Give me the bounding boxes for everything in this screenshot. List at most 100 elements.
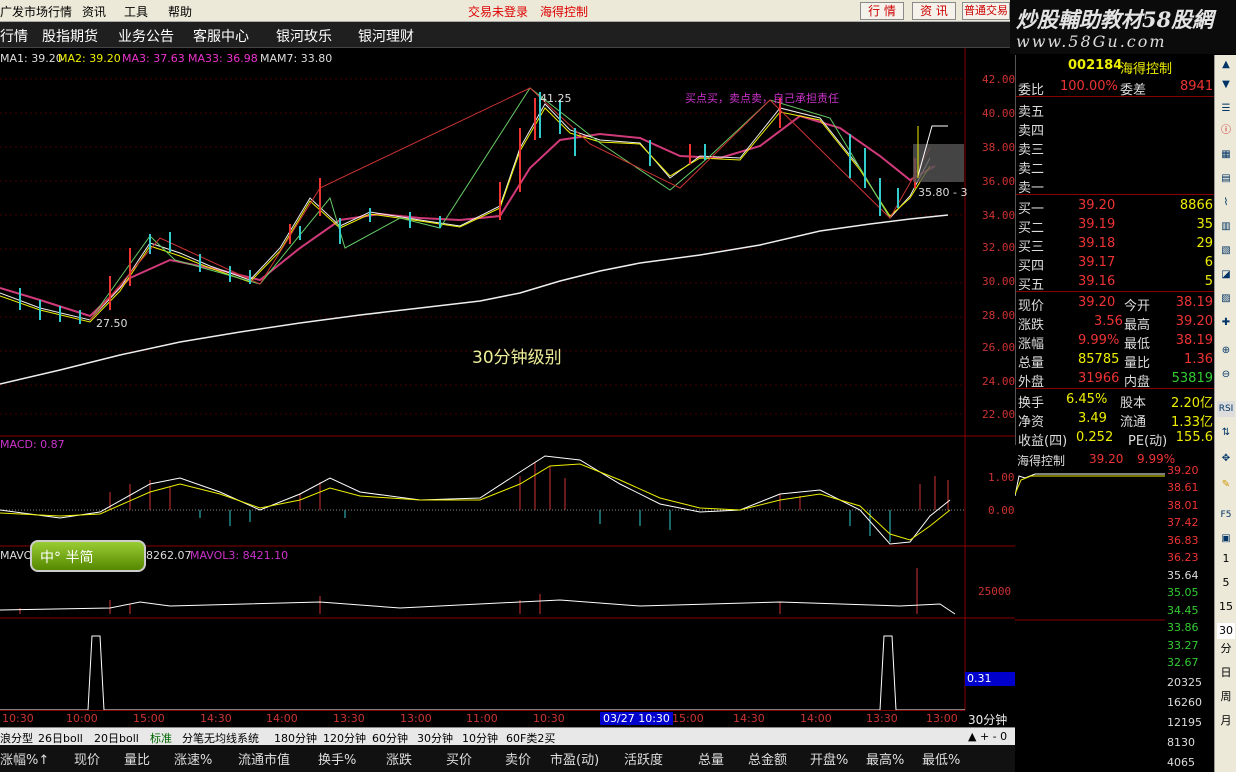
col-turnover[interactable]: 换手% bbox=[318, 749, 356, 768]
col-amount[interactable]: 总金额 bbox=[748, 749, 787, 768]
indicator-value: 0.31 bbox=[967, 672, 992, 685]
kline-icon[interactable]: ⌇ bbox=[1217, 195, 1235, 211]
price-axis-label: 32.00 bbox=[982, 241, 1016, 254]
kline-chart[interactable] bbox=[0, 48, 1015, 710]
tab-30min[interactable]: 30分钟 bbox=[417, 730, 453, 746]
stat-label: PE(动) bbox=[1128, 434, 1168, 449]
buy-row[interactable]: 买二 39.19 35 bbox=[1016, 216, 1215, 236]
col-price[interactable]: 现价 bbox=[74, 749, 100, 768]
col-low-pct[interactable]: 最低% bbox=[922, 749, 960, 768]
menu-info[interactable]: 资讯 bbox=[82, 3, 106, 20]
stat-value: 39.20 bbox=[1175, 314, 1213, 329]
col-speed[interactable]: 涨速% bbox=[174, 749, 212, 768]
menu-help[interactable]: 帮助 bbox=[168, 3, 192, 20]
current-period[interactable]: 30分钟 bbox=[968, 711, 1007, 728]
stat-label: 换手 bbox=[1018, 396, 1045, 411]
col-high-pct[interactable]: 最高% bbox=[866, 749, 904, 768]
stat-label: 流通 bbox=[1120, 415, 1147, 430]
tile-icon[interactable]: ▣ bbox=[1217, 531, 1235, 547]
buy-row[interactable]: 买五 39.16 5 bbox=[1016, 273, 1215, 293]
period-15[interactable]: 15 bbox=[1217, 599, 1235, 615]
table-icon[interactable]: ▥ bbox=[1217, 219, 1235, 235]
nav-finance[interactable]: 银河理财 bbox=[358, 26, 414, 46]
period-day[interactable]: 日 bbox=[1217, 665, 1235, 681]
zoom-out-icon[interactable]: ⊖ bbox=[1217, 367, 1235, 383]
period-week[interactable]: 周 bbox=[1217, 689, 1235, 705]
mini-chart bbox=[1015, 473, 1165, 621]
trend-icon[interactable]: ◪ bbox=[1217, 267, 1235, 283]
nav-futures[interactable]: 股指期货 bbox=[42, 26, 98, 46]
info-icon[interactable]: ⓘ bbox=[1217, 123, 1235, 139]
buy-label: 买三 bbox=[1018, 240, 1045, 255]
period-tabs: 浪分型 26日boll 20日boll 标准 分笔无均线系统 180分钟 120… bbox=[0, 727, 1015, 745]
col-change[interactable]: 涨跌 bbox=[386, 749, 412, 768]
indicator-icon[interactable]: ▧ bbox=[1217, 243, 1235, 259]
tab-standard[interactable]: 标准 bbox=[150, 730, 172, 746]
zoom-controls[interactable]: ▲ + - 0 bbox=[968, 730, 1007, 743]
menu-market[interactable]: 广发市场行情 bbox=[0, 3, 72, 20]
buy-label: 买一 bbox=[1018, 202, 1045, 217]
period-30[interactable]: 30 bbox=[1217, 623, 1235, 639]
menu-tools[interactable]: 工具 bbox=[124, 3, 148, 20]
period-month[interactable]: 月 bbox=[1217, 713, 1235, 729]
nav-notices[interactable]: 业务公告 bbox=[118, 26, 174, 46]
period-minute[interactable]: 分 bbox=[1217, 641, 1235, 657]
info-button[interactable]: 资 讯 bbox=[912, 2, 956, 20]
tab-120min[interactable]: 120分钟 bbox=[323, 730, 366, 746]
quote-button[interactable]: 行 情 bbox=[860, 2, 904, 20]
period-1[interactable]: 1 bbox=[1217, 551, 1235, 567]
col-ask[interactable]: 卖价 bbox=[505, 749, 531, 768]
buy-row[interactable]: 买三 39.18 29 bbox=[1016, 235, 1215, 255]
arrow-up-icon[interactable]: ▲ bbox=[1217, 57, 1235, 73]
arrow-down-icon[interactable]: ▼ bbox=[1217, 77, 1235, 93]
buy-row[interactable]: 买四 39.17 6 bbox=[1016, 254, 1215, 274]
tab-60min[interactable]: 60分钟 bbox=[372, 730, 408, 746]
mini-chart-panel[interactable]: 海得控制 39.20 9.99% 39.20 38.61 38.01 37.42… bbox=[1015, 450, 1214, 772]
col-pe[interactable]: 市盈(动) bbox=[550, 749, 599, 768]
price-axis-label: 28.00 bbox=[982, 309, 1016, 322]
price-axis-label: 40.00 bbox=[982, 107, 1016, 120]
list-icon[interactable]: ☰ bbox=[1217, 101, 1235, 117]
compare-icon[interactable]: ▨ bbox=[1217, 291, 1235, 307]
period-5[interactable]: 5 bbox=[1217, 575, 1235, 591]
grid-icon[interactable]: ▦ bbox=[1217, 147, 1235, 163]
sort-icon[interactable]: ⇅ bbox=[1217, 425, 1235, 441]
time-label: 13:00 bbox=[926, 712, 958, 725]
nav-service[interactable]: 客服中心 bbox=[193, 26, 249, 46]
trade-button[interactable]: 普通交易 bbox=[962, 2, 1010, 20]
col-open-pct[interactable]: 开盘% bbox=[810, 749, 848, 768]
f5-icon[interactable]: F5 bbox=[1217, 507, 1235, 523]
tab-tick-system[interactable]: 分笔无均线系统 bbox=[182, 730, 259, 746]
col-change-pct[interactable]: 涨幅%↑ bbox=[0, 749, 49, 768]
tab-wave[interactable]: 浪分型 bbox=[0, 730, 33, 746]
col-volume[interactable]: 总量 bbox=[698, 749, 724, 768]
buy-row[interactable]: 买一 39.20 8866 bbox=[1016, 197, 1215, 217]
time-label: 10:30 bbox=[2, 712, 34, 725]
move-icon[interactable]: ✥ bbox=[1217, 451, 1235, 467]
chart-icon[interactable]: ▤ bbox=[1217, 171, 1235, 187]
col-vol-ratio[interactable]: 量比 bbox=[124, 749, 150, 768]
mavol3-label: MAVOL3: 8421.10 bbox=[190, 549, 289, 562]
tab-180min[interactable]: 180分钟 bbox=[274, 730, 317, 746]
stat-value: 2.20亿 bbox=[1171, 396, 1213, 411]
nav-meigui[interactable]: 银河玫乐 bbox=[276, 26, 332, 46]
col-activity[interactable]: 活跃度 bbox=[624, 749, 663, 768]
tab-boll26[interactable]: 26日boll bbox=[38, 730, 83, 746]
tab-boll20[interactable]: 20日boll bbox=[94, 730, 139, 746]
stat-value: 38.19 bbox=[1175, 295, 1213, 310]
login-status[interactable]: 交易未登录 bbox=[468, 3, 528, 20]
buy-price: 39.17 bbox=[1078, 255, 1116, 270]
tab-60f-buy[interactable]: 60F类2买 bbox=[506, 730, 555, 746]
nav-quote[interactable]: 行情 bbox=[0, 26, 28, 46]
col-bid[interactable]: 买价 bbox=[446, 749, 472, 768]
col-float-cap[interactable]: 流通市值 bbox=[238, 749, 290, 768]
rsi-icon[interactable]: RSI bbox=[1217, 401, 1235, 417]
pencil-icon[interactable]: ✎ bbox=[1217, 477, 1235, 493]
stat-label: 现价 bbox=[1018, 299, 1045, 314]
tab-10min[interactable]: 10分钟 bbox=[462, 730, 498, 746]
zoom-in-icon[interactable]: ⊕ bbox=[1217, 343, 1235, 359]
indicator-value-box: 0.31 bbox=[965, 672, 1015, 686]
crosshair-icon[interactable]: ✚ bbox=[1217, 315, 1235, 331]
buy-volume: 35 bbox=[1196, 217, 1213, 232]
ime-indicator[interactable]: 中° 半简 bbox=[30, 540, 146, 572]
